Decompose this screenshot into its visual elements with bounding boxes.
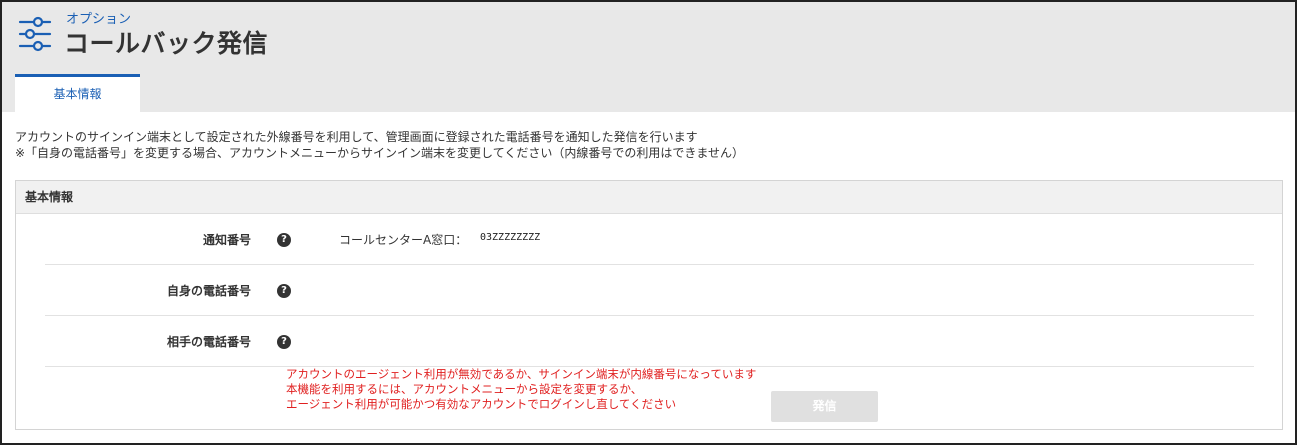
notify-number-label: 通知番号 [202, 233, 251, 247]
row-own-phone: 自身の電話番号 ? [45, 265, 1254, 316]
notify-number-name: コールセンターA窓口： [339, 233, 468, 247]
page-description: アカウントのサインイン端末として設定された外線番号を利用して、管理画面に登録され… [15, 129, 744, 161]
description-line-2: ※「自身の電話番号」を変更する場合、アカウントメニューからサインイン端末を変更し… [15, 146, 744, 160]
tab-basic-info[interactable]: 基本情報 [15, 74, 140, 112]
error-line-1: アカウントのエージェント利用が無効であるか、サインイン端末が内線番号になっていま… [286, 367, 757, 381]
row-notify-number: 通知番号 ? コールセンターA窓口： 03ZZZZZZZZ [45, 214, 1254, 265]
error-line-3: エージェント利用が可能かつ有効なアカウントでログインし直してください [286, 397, 677, 411]
sliders-icon [18, 16, 52, 52]
help-icon[interactable]: ? [277, 335, 291, 349]
help-icon[interactable]: ? [277, 233, 291, 247]
basic-info-card: 基本情報 通知番号 ? コールセンターA窓口： 03ZZZZZZZZ 自身の電話… [15, 180, 1283, 430]
own-phone-label: 自身の電話番号 [166, 284, 251, 298]
notify-number-value: 03ZZZZZZZZ [480, 232, 541, 243]
call-button[interactable]: 発信 [771, 391, 878, 422]
card-title: 基本情報 [16, 181, 1282, 214]
description-line-1: アカウントのサインイン端末として設定された外線番号を利用して、管理画面に登録され… [15, 130, 698, 144]
error-line-2: 本機能を利用するには、アカウントメニューから設定を変更するか、 [286, 382, 643, 396]
page-header: オプション コールバック発信 基本情報 [2, 2, 1295, 112]
page-title: コールバック発信 [64, 29, 269, 58]
peer-phone-label: 相手の電話番号 [166, 335, 251, 349]
row-peer-phone: 相手の電話番号 ? [45, 316, 1254, 367]
app-frame: オプション コールバック発信 基本情報 アカウントのサインイン端末として設定され… [0, 0, 1297, 445]
error-message: アカウントのエージェント利用が無効であるか、サインイン端末が内線番号になっていま… [286, 367, 756, 412]
help-icon[interactable]: ? [277, 284, 291, 298]
